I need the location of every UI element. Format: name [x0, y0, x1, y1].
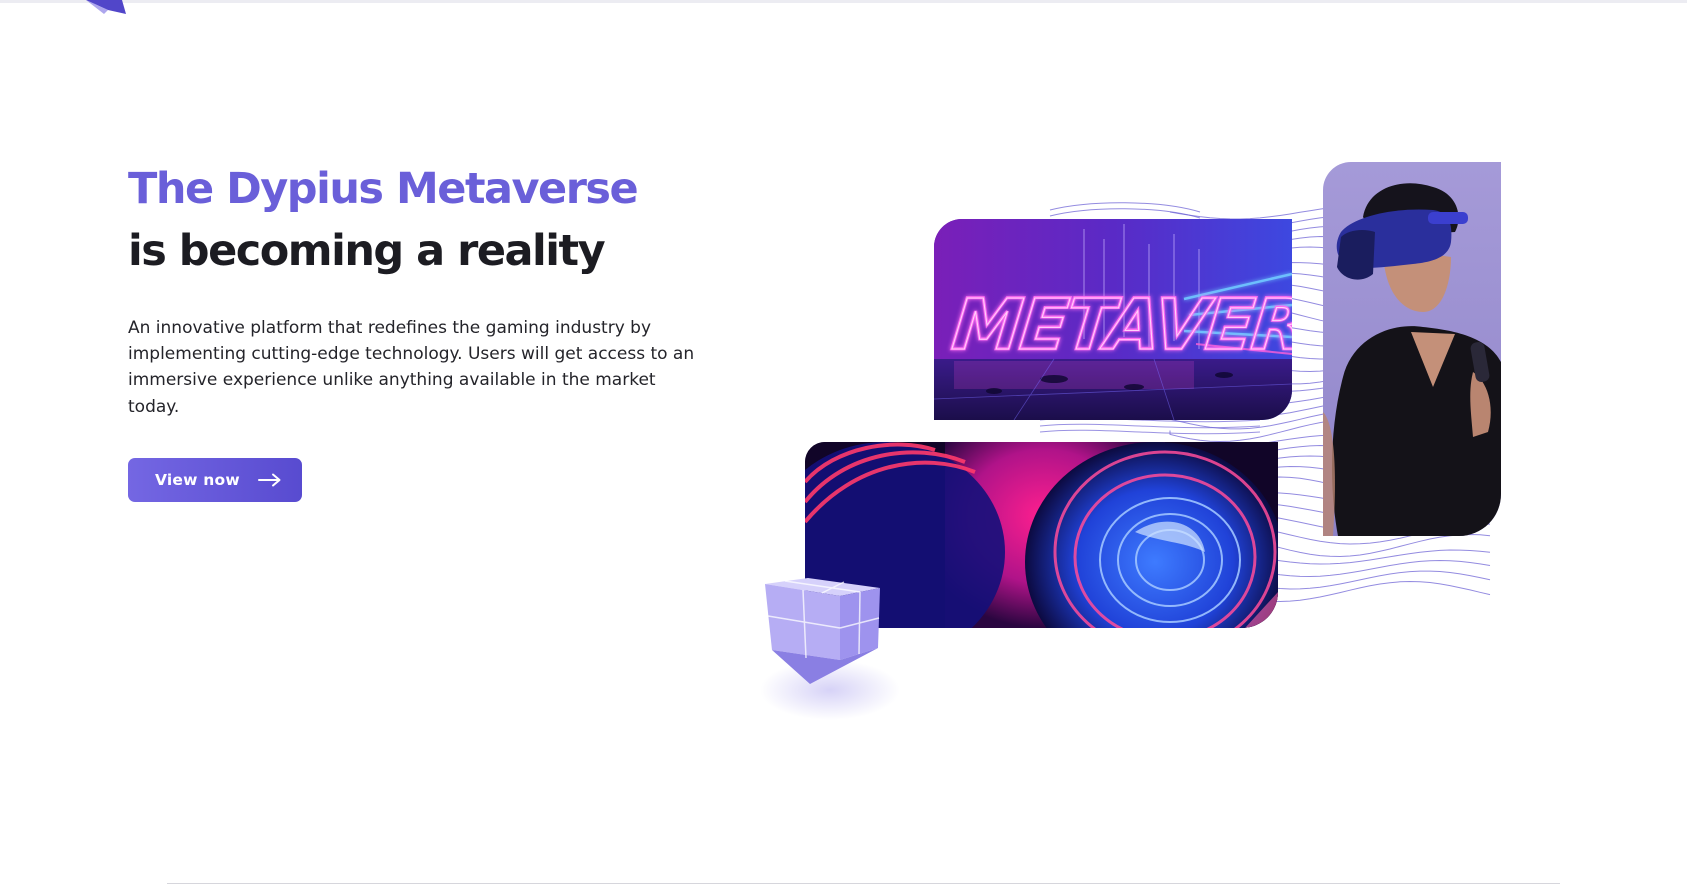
wave-line: [1039, 423, 1261, 429]
arrow-right-icon: [257, 473, 282, 487]
wave-line: [1049, 202, 1201, 213]
view-now-label: View now: [155, 470, 240, 489]
neon-metaverse-image: METAVERSE METAVERSE: [934, 219, 1292, 420]
view-now-button[interactable]: View now: [128, 457, 302, 502]
wave-line: [1039, 429, 1261, 435]
glass-cube-graphic: [760, 578, 900, 720]
page: The Dypius Metaverse is becoming a reali…: [0, 0, 1687, 885]
svg-text:METAVERSE: METAVERSE: [949, 284, 1292, 366]
hero-text-block: The Dypius Metaverse is becoming a reali…: [128, 158, 728, 502]
wave-line: [1049, 208, 1201, 219]
decorative-shard-icon: [86, 0, 126, 14]
top-divider: [0, 0, 1687, 3]
hero-title-accent: The Dypius Metaverse: [128, 164, 639, 214]
hero-title: is becoming a reality: [128, 226, 606, 276]
vr-headset-person-image: [1323, 162, 1501, 536]
bottom-divider: [167, 883, 1560, 884]
hero-description: An innovative platform that redefines th…: [128, 318, 695, 417]
hero-collage: METAVERSE METAVERSE: [740, 150, 1530, 750]
